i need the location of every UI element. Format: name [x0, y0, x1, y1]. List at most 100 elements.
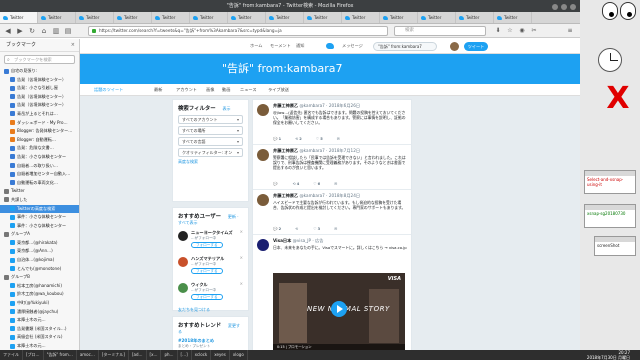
back-arrow-icon[interactable]: ◀ — [4, 27, 12, 35]
twitter-logo-icon[interactable] — [326, 43, 334, 49]
taskbar-clock[interactable]: 20:27 2018年7月30日 月曜日 — [587, 350, 630, 360]
minimize-button[interactable] — [552, 4, 558, 10]
bookmark-item[interactable]: 自殺者増加センター自動入… — [0, 170, 79, 179]
tweet-author[interactable]: 井藤工神原乙 — [273, 103, 298, 108]
nav-messages[interactable]: メッセージ — [342, 43, 363, 49]
bookmark-item[interactable]: 告発：危険な文書… — [0, 144, 79, 153]
bookmark-item[interactable]: 東京都…(@hirakata) — [0, 239, 79, 248]
tab-top[interactable]: 話題のツイート — [94, 87, 123, 93]
message-icon[interactable]: ✉ — [334, 227, 337, 231]
reload-icon[interactable]: ↻ — [28, 27, 36, 35]
tweet-button[interactable]: ツイート — [464, 42, 488, 51]
maximize-button[interactable] — [561, 4, 567, 10]
filters-show-link[interactable]: 表示 — [223, 106, 231, 111]
taskbar-item[interactable]: "告訴" from… — [44, 350, 77, 360]
pocket-icon[interactable]: ◉ — [518, 27, 526, 35]
bookmark-star-icon[interactable]: ☆ — [506, 27, 514, 35]
browser-tab[interactable]: Twitter — [494, 12, 532, 23]
follow-button[interactable]: フォローする — [191, 294, 223, 300]
bookmark-item[interactable]: 本陣士木の元… — [0, 316, 79, 325]
browser-tab[interactable]: Twitter — [418, 12, 456, 23]
bookmark-item[interactable]: 事件：小さな体験センター — [0, 222, 79, 231]
avatar[interactable] — [178, 257, 188, 267]
browser-tab[interactable]: Twitter — [76, 12, 114, 23]
download-icon[interactable]: ⬇ — [494, 27, 502, 35]
bookmark-search-input[interactable]: ⌕ ブックマークを検索 — [4, 55, 75, 64]
tab-accounts[interactable]: アカウント — [176, 87, 197, 93]
browser-tab[interactable]: Twitter — [114, 12, 152, 23]
tweet[interactable]: 井藤工神原乙 @kambara7 · 2018年7月12日 警察署に相談したら「民… — [253, 145, 411, 190]
tweet-author[interactable]: Visa日本 — [273, 238, 291, 243]
tab-videos[interactable]: 動画 — [222, 87, 230, 93]
browser-tab[interactable]: Twitter — [0, 12, 38, 23]
twitter-search-input[interactable]: "告訴" from:kambara7 — [373, 42, 437, 51]
tab-photos[interactable]: 画像 — [206, 87, 214, 93]
tweet[interactable]: 井藤工神原乙 @kambara7 · 2018年6月26日 @jlaw…(返信先)… — [253, 100, 411, 145]
browser-tab[interactable]: Twitter — [342, 12, 380, 23]
avatar[interactable] — [257, 194, 269, 206]
like-icon[interactable]: ♡ 6 — [313, 182, 320, 186]
retweet-icon[interactable]: ⟲ 4 — [293, 182, 300, 186]
avatar[interactable] — [257, 239, 269, 251]
tweet-author[interactable]: 井藤工神原乙 — [273, 193, 298, 198]
browser-tab[interactable]: Twitter — [152, 12, 190, 23]
bookmark-item[interactable]: 事件：小さな体験センター — [0, 213, 79, 222]
home-icon[interactable]: ⌂ — [40, 27, 48, 35]
message-icon[interactable]: ✉ — [337, 137, 340, 141]
trend-item[interactable]: #2018年のまとめ まとめ・プレゼント — [178, 338, 243, 349]
mini-window[interactable]: Select-and-xsnap-using-it — [584, 170, 636, 194]
avatar[interactable] — [450, 42, 459, 51]
forward-arrow-icon[interactable]: ▶ — [16, 27, 24, 35]
tweet-video[interactable]: NEW NORMAL STORY VISA 0:15 | プロモーション — [273, 273, 405, 350]
taskbar-item[interactable]: xeyes — [211, 350, 230, 360]
bookmark-item[interactable]: 本陣士木の元… — [0, 342, 79, 350]
close-icon[interactable]: × — [71, 39, 75, 52]
taskbar-item[interactable]: [ad… — [129, 350, 147, 360]
taskbar-item[interactable]: xlogo — [230, 350, 248, 360]
reply-icon[interactable]: 💬 — [273, 182, 279, 186]
bookmark-item[interactable]: 共謀した — [0, 196, 79, 205]
filter-quality-select[interactable]: クオリティフィルター: オン ▾ — [178, 148, 243, 157]
bookmark-item[interactable]: グループB — [0, 273, 79, 282]
bookmark-item[interactable]: とんでも(@monotone) — [0, 265, 79, 274]
bookmark-item[interactable]: 自宅の見張り: — [0, 67, 79, 76]
bookmark-item[interactable]: 告発（苦境体験センター） — [0, 76, 79, 85]
avatar[interactable] — [257, 104, 269, 116]
tab-broadcasts[interactable]: ライブ放送 — [268, 87, 289, 93]
nav-home[interactable]: ホーム — [250, 43, 262, 49]
browser-tab[interactable]: Twitter — [266, 12, 304, 23]
reply-icon[interactable]: 💬 2 — [273, 227, 281, 231]
browser-tab[interactable]: Twitter — [228, 12, 266, 23]
dismiss-icon[interactable]: × — [240, 255, 243, 260]
browser-tab[interactable]: Twitter — [380, 12, 418, 23]
bookmark-item[interactable]: Blogger: 告発体験センター… — [0, 127, 79, 136]
filter-accounts-select[interactable]: すべてのアカウント ▾ — [178, 115, 243, 124]
browser-tab[interactable]: Twitter — [456, 12, 494, 23]
bookmark-item[interactable]: 告発（苦境体験センター） — [0, 93, 79, 102]
bookmark-item[interactable]: 告発書類 (米国スタイル…) — [0, 325, 79, 334]
message-icon[interactable]: ✉ — [334, 182, 337, 186]
avatar[interactable] — [178, 231, 188, 241]
filter-language-select[interactable]: すべての言語 ▾ — [178, 137, 243, 146]
bookmark-item[interactable]: 濃厚接触者(@jaychu) — [0, 308, 79, 317]
bookmark-item[interactable]: 中町(@Yukiyuki) — [0, 299, 79, 308]
tweet-author[interactable]: 井藤工神原乙 — [273, 148, 298, 153]
bookmark-item[interactable]: Blogger: 自動運転… — [0, 136, 79, 145]
bookmark-item[interactable]: ダッシュボード - My Pro… — [0, 119, 79, 128]
bookmark-item[interactable]: 自治体…(@kojima) — [0, 256, 79, 265]
taskbar-item[interactable]: xclock — [192, 350, 212, 360]
mini-window[interactable]: screenShot — [594, 236, 636, 256]
taskbar-item[interactable]: amoc… — [77, 350, 99, 360]
bookmark-item[interactable]: 東京都…(@Ann…) — [0, 247, 79, 256]
browser-tab[interactable]: Twitter — [304, 12, 342, 23]
bookmark-item[interactable]: 告発（苦境体験センター） — [0, 101, 79, 110]
browser-tab[interactable]: Twitter — [190, 12, 228, 23]
screenshot-icon[interactable]: ✂ — [530, 27, 538, 35]
url-bar[interactable]: https://twitter.com/search?f=tweets&q="告… — [88, 26, 388, 36]
taskbar-item[interactable]: ph… — [161, 350, 178, 360]
search-input[interactable]: 検索 — [394, 26, 486, 36]
bookmark-item[interactable]: 高級会社 (米国スタイル) — [0, 333, 79, 342]
avatar[interactable] — [178, 283, 188, 293]
bookmark-item[interactable]: Twitter — [0, 187, 79, 196]
like-icon[interactable]: ♡ 5 — [316, 137, 323, 141]
